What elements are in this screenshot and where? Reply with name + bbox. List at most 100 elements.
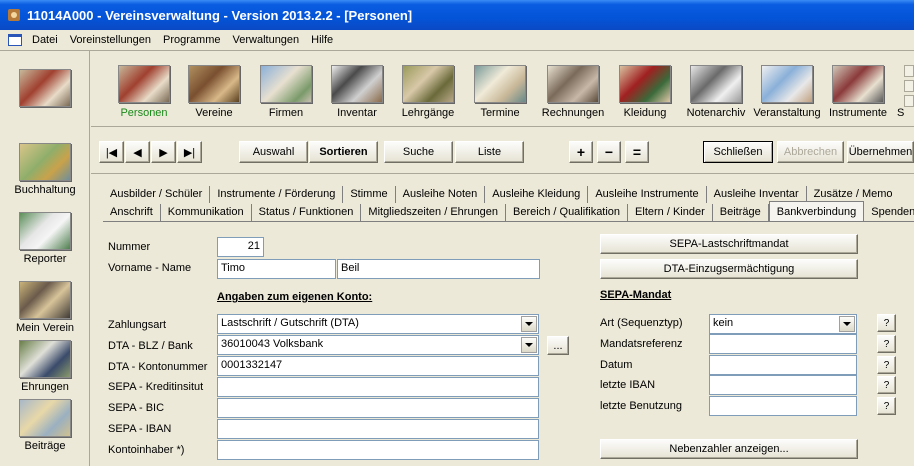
bic-label: SEPA - BIC <box>108 402 165 414</box>
left-sidebar: Buchhaltung Reporter Mein Verein Ehrunge… <box>0 51 90 466</box>
prev-record-button[interactable]: ◀ <box>125 141 150 163</box>
tab-eltern-kinder[interactable]: Eltern / Kinder <box>628 204 713 221</box>
sortieren-button[interactable]: Sortieren <box>309 141 378 163</box>
menu-voreinstellungen[interactable]: Voreinstellungen <box>70 34 151 46</box>
toolbar-inventar[interactable]: Inventar <box>321 65 393 119</box>
iban-label: SEPA - IBAN <box>108 423 172 435</box>
sidebar-label: Beiträge <box>24 440 66 452</box>
app-icon <box>6 7 22 23</box>
inventory-icon <box>331 65 383 103</box>
schliessen-button[interactable]: Schließen <box>703 141 773 163</box>
toolbar-lehrgaenge[interactable]: Lehrgänge <box>392 65 464 119</box>
chevron-down-icon[interactable] <box>521 337 537 353</box>
toolbar-scroll[interactable] <box>904 65 914 109</box>
letzte-benutzung-field[interactable] <box>709 396 857 416</box>
toolbar-rechnungen[interactable]: Rechnungen <box>537 65 609 119</box>
toolbar-termine[interactable]: Termine <box>464 65 536 119</box>
sidebar-item-ehrungen[interactable]: Ehrungen <box>0 340 90 393</box>
toolbar-notenarchiv[interactable]: Notenarchiv <box>680 65 752 119</box>
menu-programme[interactable]: Programme <box>163 34 220 46</box>
zahlungsart-select[interactable]: Lastschrift / Gutschrift (DTA) <box>217 314 539 334</box>
toolbar-label: Vereine <box>195 107 233 119</box>
dta-einzugsermaechtigung-button[interactable]: DTA-Einzugsermächtigung <box>600 259 858 279</box>
sidebar-item-beitraege[interactable]: Beiträge <box>0 399 90 452</box>
tab-anschrift[interactable]: Anschrift <box>103 204 161 221</box>
help-referenz-button[interactable]: ? <box>877 335 896 353</box>
add-button[interactable]: + <box>569 141 593 163</box>
sidebar-item-mein-verein[interactable]: Mein Verein <box>0 281 90 334</box>
home-button[interactable] <box>0 69 90 107</box>
mandatsreferenz-field[interactable] <box>709 334 857 354</box>
document-icon[interactable] <box>8 33 22 46</box>
toolbar-firmen[interactable]: Firmen <box>250 65 322 119</box>
tab-ausleihe-instrumente[interactable]: Ausleihe Instrumente <box>588 186 707 203</box>
auswahl-button[interactable]: Auswahl <box>239 141 308 163</box>
blz-label: DTA - BLZ / Bank <box>108 340 193 352</box>
abbrechen-button[interactable]: Abbrechen <box>777 141 844 163</box>
scroll-up-icon[interactable] <box>904 65 914 77</box>
blz-bank-select[interactable]: 36010043 Volksbank <box>217 335 539 355</box>
kontonummer-field[interactable]: 0001332147 <box>217 356 539 376</box>
toolbar-veranstaltung[interactable]: Veranstaltung <box>751 65 823 119</box>
toolbar-instrumente[interactable]: Instrumente <box>822 65 894 119</box>
toolbar-vereine[interactable]: Vereine <box>178 65 250 119</box>
iban-field[interactable] <box>217 419 539 439</box>
datum-field[interactable] <box>709 355 857 375</box>
nummer-field[interactable]: 21 <box>217 237 264 257</box>
equals-button[interactable]: = <box>625 141 649 163</box>
tab-beitraege[interactable]: Beiträge <box>713 204 769 221</box>
tab-kommunikation[interactable]: Kommunikation <box>161 204 252 221</box>
tab-bankverbindung[interactable]: Bankverbindung <box>768 201 865 221</box>
toolbar-label: Termine <box>480 107 520 119</box>
tab-spenden[interactable]: Spenden / A <box>864 204 914 221</box>
menu-hilfe[interactable]: Hilfe <box>311 34 333 46</box>
toolbar-personen[interactable]: Personen <box>108 65 180 119</box>
help-datum-button[interactable]: ? <box>877 356 896 374</box>
kontoinhaber-field[interactable] <box>217 440 539 460</box>
chevron-down-icon[interactable] <box>521 316 537 332</box>
datum-label: Datum <box>600 359 633 371</box>
toolbar-label: Firmen <box>268 107 304 119</box>
help-benutzung-button[interactable]: ? <box>877 397 896 415</box>
toolbar-kleidung[interactable]: Kleidung <box>609 65 681 119</box>
remove-button[interactable]: − <box>597 141 621 163</box>
sequenztyp-select[interactable]: kein <box>709 314 857 334</box>
next-record-button[interactable]: ▶ <box>151 141 176 163</box>
help-art-button[interactable]: ? <box>877 314 896 332</box>
nachname-field[interactable]: Beil <box>337 259 540 279</box>
sidebar-item-buchhaltung[interactable]: Buchhaltung <box>0 143 90 196</box>
help-iban-button[interactable]: ? <box>877 376 896 394</box>
tab-bereich[interactable]: Bereich / Qualifikation <box>506 204 629 221</box>
last-record-button[interactable]: ▶| <box>177 141 202 163</box>
sidebar-label: Mein Verein <box>15 322 75 334</box>
tab-status-funktionen[interactable]: Status / Funktionen <box>252 204 362 221</box>
tab-stimme[interactable]: Stimme <box>343 186 396 203</box>
tab-mitgliedszeiten[interactable]: Mitgliedszeiten / Ehrungen <box>361 204 507 221</box>
sidebar-label: Reporter <box>23 253 67 265</box>
sidebar-item-reporter[interactable]: Reporter <box>0 212 90 265</box>
suche-button[interactable]: Suche <box>384 141 453 163</box>
letzte-iban-field[interactable] <box>709 375 857 395</box>
tab-ausleihe-kleidung[interactable]: Ausleihe Kleidung <box>485 186 589 203</box>
liste-button[interactable]: Liste <box>455 141 524 163</box>
tab-instrumente-foerderung[interactable]: Instrumente / Förderung <box>210 186 344 203</box>
first-record-button[interactable]: |◀ <box>99 141 124 163</box>
menu-verwaltungen[interactable]: Verwaltungen <box>233 34 300 46</box>
uebernehmen-button[interactable]: Übernehmen <box>847 141 914 163</box>
kreditinstitut-field[interactable] <box>217 377 539 397</box>
menu-datei[interactable]: Datei <box>32 34 58 46</box>
scroll-mid-icon[interactable] <box>904 80 914 92</box>
toolbar-label: Veranstaltung <box>753 107 821 119</box>
konto-heading: Angaben zum eigenen Konto: <box>217 291 373 303</box>
bic-field[interactable] <box>217 398 539 418</box>
chevron-down-icon[interactable] <box>839 316 855 332</box>
award-icon <box>19 340 71 378</box>
sepa-lastschriftmandat-button[interactable]: SEPA-Lastschriftmandat <box>600 234 858 254</box>
nebenzahler-button[interactable]: Nebenzahler anzeigen... <box>600 439 858 459</box>
tab-ausleihe-noten[interactable]: Ausleihe Noten <box>396 186 486 203</box>
group-photo-icon <box>19 281 71 319</box>
bank-lookup-button[interactable]: ... <box>547 336 569 355</box>
vorname-field[interactable]: Timo <box>217 259 336 279</box>
scroll-down-icon[interactable] <box>904 95 914 107</box>
tab-ausbilder[interactable]: Ausbilder / Schüler <box>103 186 211 203</box>
